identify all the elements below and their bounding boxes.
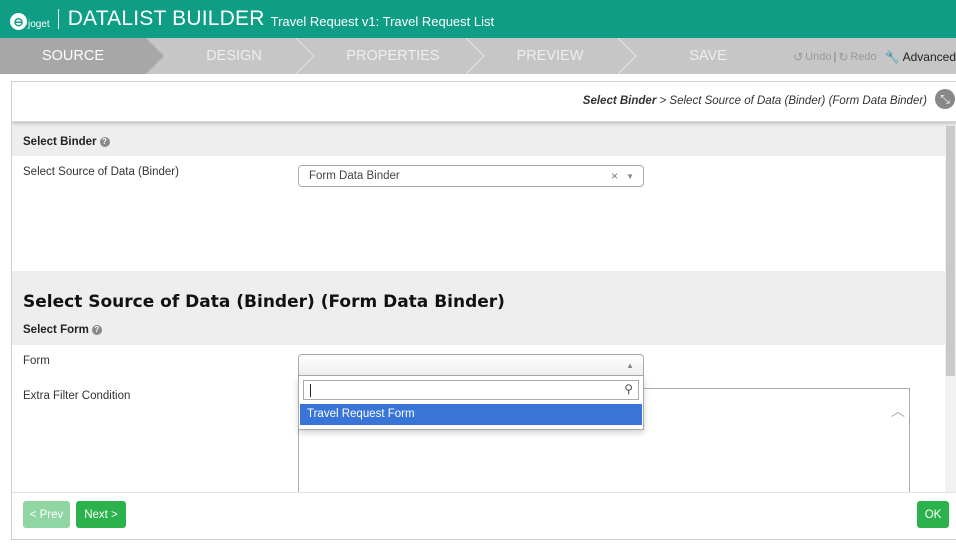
joget-logo-icon: ⊖	[10, 13, 27, 30]
collapse-icon[interactable]: ⤡	[935, 89, 955, 109]
search-icon: ⚲	[624, 382, 633, 396]
form-option-item[interactable]: Travel Request Form	[300, 404, 642, 425]
chevron-up-icon[interactable]: ︿	[891, 401, 905, 421]
redo-icon: ↻	[838, 50, 849, 64]
breadcrumb-current: Select Binder	[582, 95, 657, 107]
logo-text: joget	[28, 19, 50, 30]
undo-icon: ↺	[793, 50, 804, 64]
filter-field-label: Extra Filter Condition	[23, 390, 131, 402]
properties-panel: Select Binder > Select Source of Data (B…	[11, 81, 956, 540]
undo-redo-tools: ↺ Undo | ↻ Redo 🔧 Advanced	[793, 50, 956, 64]
next-button[interactable]: Next >	[76, 501, 126, 528]
app-subtitle: Travel Request v1: Travel Request List	[270, 14, 495, 29]
panel-footer: < Prev Next > OK	[12, 492, 956, 539]
step-properties[interactable]: PROPERTIES	[318, 38, 468, 74]
step-design[interactable]: DESIGN	[168, 38, 300, 74]
undo-button[interactable]: Undo	[805, 51, 831, 63]
source-section-title: Select Source of Data (Binder) (Form Dat…	[23, 292, 505, 312]
panel-header: Select Binder > Select Source of Data (B…	[12, 82, 956, 122]
header-divider	[57, 9, 59, 29]
clear-icon[interactable]: ×	[611, 169, 618, 183]
redo-button[interactable]: Redo	[850, 51, 876, 63]
app-header: ⊖ joget DATALIST BUILDER Travel Request …	[0, 0, 956, 38]
binder-select[interactable]: Form Data Binder × ▼	[298, 165, 644, 187]
breadcrumb: Select Binder > Select Source of Data (B…	[583, 95, 927, 107]
form-field-label: Form	[23, 355, 50, 367]
form-dropdown: ⚲ Travel Request Form	[298, 376, 644, 430]
breadcrumb-next: Select Source of Data (Binder) (Form Dat…	[669, 95, 927, 107]
binder-select-value: Form Data Binder	[309, 170, 400, 182]
help-icon[interactable]: ?	[99, 136, 110, 147]
joget-logo[interactable]: ⊖ joget	[10, 8, 50, 30]
binder-section-header: Select Binder?	[12, 122, 946, 156]
step-preview[interactable]: PREVIEW	[486, 38, 614, 74]
section-title-select-binder: Select Binder?	[23, 136, 110, 148]
step-save[interactable]: SAVE	[640, 38, 776, 74]
step-source[interactable]: SOURCE	[0, 38, 146, 74]
source-section-header: Select Source of Data (Binder) (Form Dat…	[12, 271, 946, 345]
advanced-label: Advanced	[902, 50, 956, 64]
wrench-icon: 🔧	[884, 50, 900, 64]
breadcrumb-separator: >	[659, 95, 667, 107]
help-icon[interactable]: ?	[91, 324, 102, 335]
chevron-down-icon: ▼	[626, 171, 634, 181]
app-title: DATALIST BUILDER	[67, 7, 265, 30]
prev-button[interactable]: < Prev	[23, 501, 70, 528]
text-caret	[310, 384, 311, 397]
form-search-input[interactable]: ⚲	[303, 380, 639, 400]
select-form-subtitle: Select Form?	[23, 324, 102, 336]
ok-button[interactable]: OK	[917, 501, 949, 528]
advanced-button[interactable]: 🔧 Advanced	[885, 50, 956, 64]
tools-separator: |	[833, 51, 837, 63]
form-select[interactable]: ▲	[298, 354, 644, 376]
chevron-up-icon: ▲	[626, 360, 634, 370]
scrollbar-thumb[interactable]	[946, 126, 955, 376]
binder-field-label: Select Source of Data (Binder)	[23, 166, 179, 178]
